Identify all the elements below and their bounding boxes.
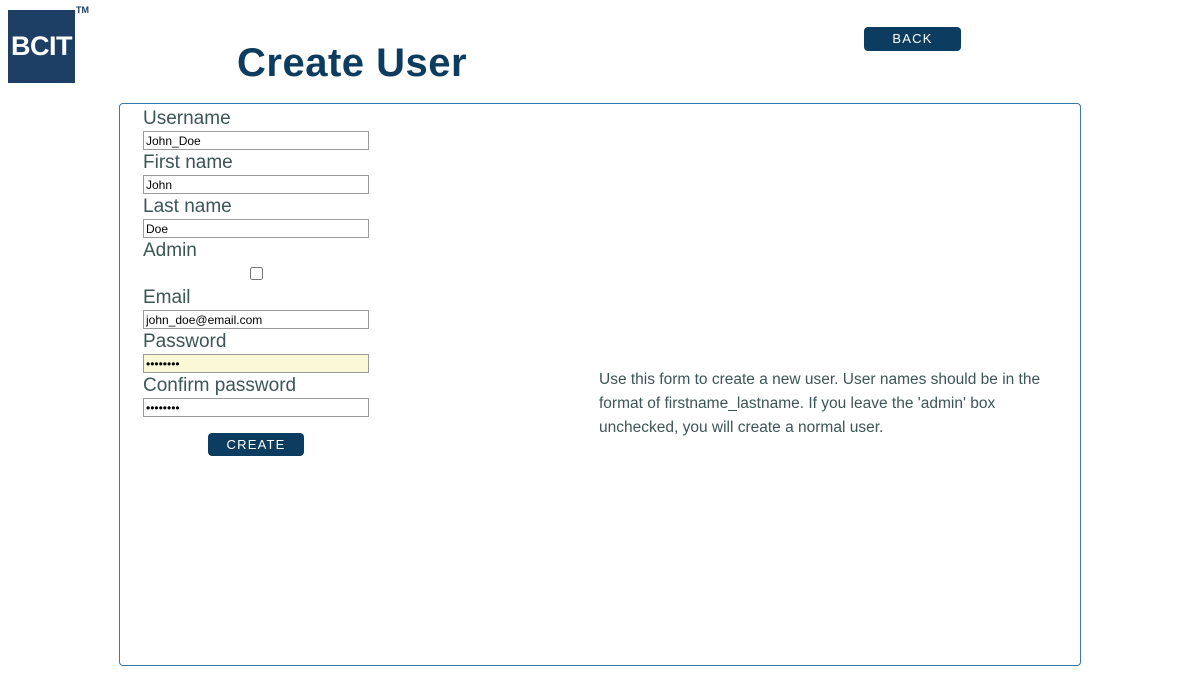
- create-button[interactable]: CREATE: [208, 433, 304, 456]
- back-button[interactable]: BACK: [864, 27, 961, 51]
- label-first-name: First name: [143, 152, 233, 173]
- admin-checkbox[interactable]: [250, 267, 263, 280]
- create-user-form: Username First name Last name Admin Email Pas…: [143, 107, 373, 456]
- email-input[interactable]: [143, 310, 369, 329]
- bcit-logo-text: BCIT: [11, 31, 73, 61]
- label-last-name: Last name: [143, 196, 232, 217]
- label-email: Email: [143, 287, 191, 308]
- page-title: Create User: [237, 40, 468, 85]
- bcit-logo: BCIT: [8, 10, 75, 83]
- label-username: Username: [143, 108, 231, 129]
- label-password: Password: [143, 331, 227, 352]
- trademark-icon: TM: [76, 5, 89, 15]
- label-confirm-password: Confirm password: [143, 375, 297, 396]
- label-admin: Admin: [143, 240, 197, 261]
- password-input[interactable]: [143, 354, 369, 373]
- first-name-input[interactable]: [143, 175, 369, 194]
- confirm-password-input[interactable]: [143, 398, 369, 417]
- admin-checkbox-row: [143, 262, 373, 286]
- username-input[interactable]: [143, 131, 369, 150]
- last-name-input[interactable]: [143, 219, 369, 238]
- help-text: Use this form to create a new user. User…: [599, 370, 1041, 436]
- page-header: BCIT TM Create User BACK: [0, 0, 1200, 95]
